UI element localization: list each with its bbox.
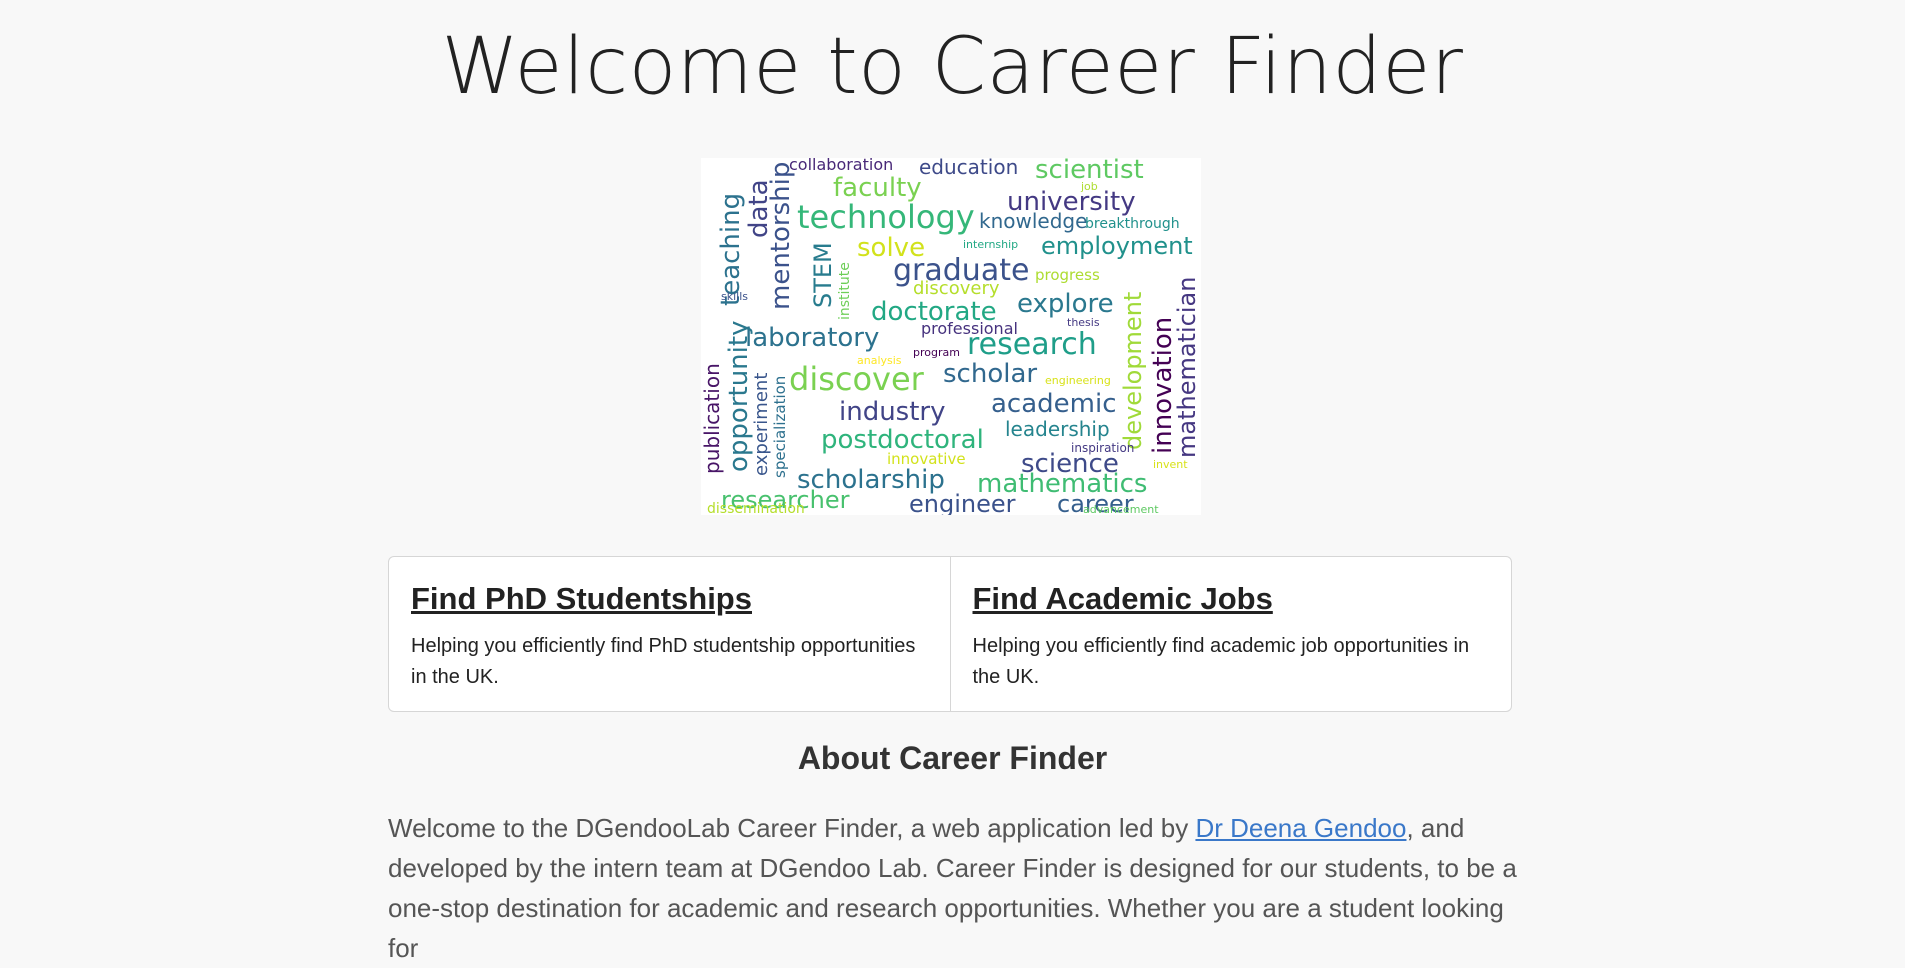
card-phd-studentships: Find PhD Studentships Helping you effici…	[389, 557, 950, 711]
wc-breakthrough: breakthrough	[1085, 216, 1180, 232]
wc-laboratory: laboratory	[745, 323, 879, 353]
word-cloud-image: collaboration education scientist job fa…	[701, 158, 1201, 515]
wc-industry: industry	[839, 397, 946, 427]
find-phd-studentships-link[interactable]: Find PhD Studentships	[411, 581, 752, 617]
wc-collaboration: collaboration	[789, 158, 893, 174]
wc-education: education	[919, 158, 1018, 179]
word-cloud-svg: collaboration education scientist job fa…	[701, 158, 1201, 515]
wc-mentorship: mentorship	[766, 162, 796, 310]
wc-advancement: advancement	[1083, 503, 1159, 515]
card-description: Helping you efficiently find academic jo…	[972, 635, 1470, 688]
wc-scholar: scholar	[943, 359, 1037, 389]
wc-experiment: experiment	[751, 373, 772, 476]
wc-development: development	[1119, 292, 1147, 450]
wc-internship: internship	[963, 238, 1018, 251]
wc-institute: institute	[837, 262, 853, 320]
wc-discover: discover	[789, 360, 925, 398]
page-title: Welcome to Career Finder	[441, 22, 1464, 112]
wc-specialization: specialization	[771, 376, 789, 478]
wc-invent: invent	[1153, 458, 1188, 471]
wc-STEM: STEM	[809, 242, 837, 308]
dr-deena-gendoo-link[interactable]: Dr Deena Gendoo	[1195, 813, 1406, 843]
wc-research: research	[967, 327, 1097, 362]
wc-opportunity: opportunity	[724, 321, 754, 472]
wc-discovery: discovery	[913, 278, 1000, 299]
wc-program: program	[913, 346, 960, 359]
find-academic-jobs-link[interactable]: Find Academic Jobs	[973, 581, 1273, 617]
wc-explore: explore	[1017, 289, 1114, 319]
wc-publication: publication	[701, 363, 724, 474]
about-heading: About Career Finder	[797, 740, 1108, 776]
about-text-start: Welcome to the DGendooLab Career Finder,…	[388, 813, 1196, 843]
wc-leadership: leadership	[1005, 417, 1110, 441]
wc-innovation: innovation	[1148, 317, 1178, 454]
wc-knowledge: knowledge	[979, 209, 1087, 233]
wc-engineering: engineering	[1045, 374, 1111, 387]
wc-academic: academic	[991, 389, 1117, 419]
wc-progress: progress	[1035, 266, 1100, 284]
wc-skills: skills	[721, 290, 748, 303]
feature-cards: Find PhD Studentships Helping you effici…	[388, 556, 1512, 712]
card-academic-jobs: Find Academic Jobs Helping you efficient…	[949, 557, 1512, 711]
wc-engineer: engineer	[909, 490, 1016, 515]
wc-technology: technology	[797, 198, 975, 236]
card-description: Helping you efficiently find PhD student…	[411, 635, 916, 688]
wc-dissemination: dissemination	[707, 501, 805, 515]
about-paragraph: Welcome to the DGendooLab Career Finder,…	[388, 808, 1518, 968]
wc-employment: employment	[1041, 232, 1193, 260]
